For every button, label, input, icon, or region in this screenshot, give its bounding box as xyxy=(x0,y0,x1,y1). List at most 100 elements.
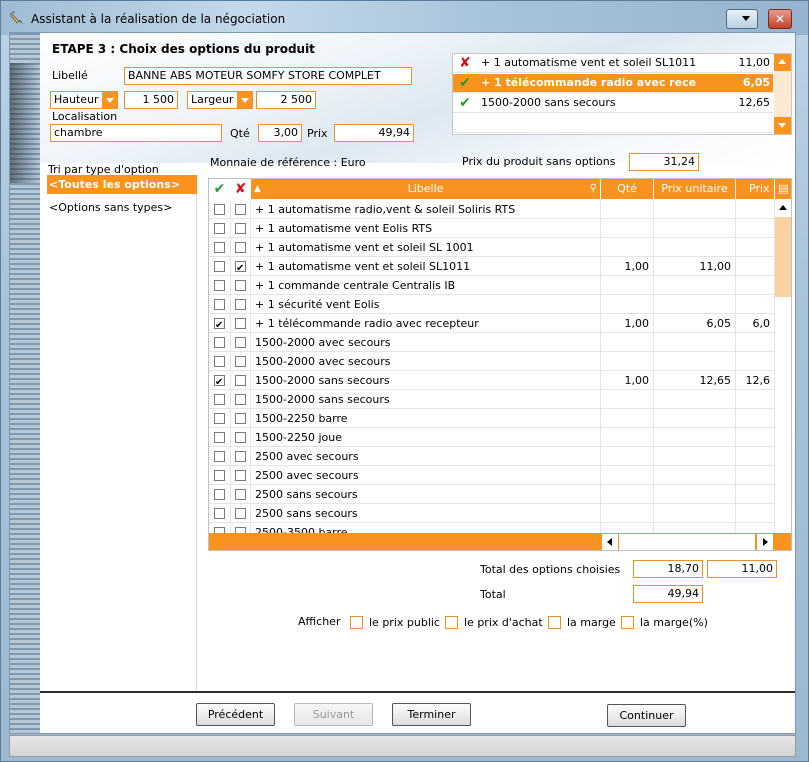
exclude-checkbox[interactable] xyxy=(235,242,246,253)
summary-row-selected[interactable]: ✔ + 1 télécommande radio avec recepteur … xyxy=(453,74,773,93)
scroll-down-icon[interactable] xyxy=(774,117,791,134)
next-button[interactable]: Suivant xyxy=(294,703,373,726)
exclude-checkbox[interactable] xyxy=(235,280,246,291)
table-row[interactable]: 1500-2250 joue xyxy=(209,428,775,447)
exclude-checkbox[interactable] xyxy=(235,204,246,215)
include-checkbox[interactable] xyxy=(214,394,225,405)
include-checkbox[interactable] xyxy=(214,242,225,253)
include-checkbox[interactable] xyxy=(214,508,225,519)
scroll-thumb[interactable] xyxy=(775,217,791,297)
exclude-checkbox[interactable] xyxy=(235,413,246,424)
previous-button[interactable]: Précédent xyxy=(196,703,275,726)
table-row[interactable]: + 1 automatisme vent Eolis RTS xyxy=(209,219,775,238)
exclude-checkbox[interactable] xyxy=(235,223,246,234)
qte-cell xyxy=(601,352,654,371)
finish-button[interactable]: Terminer xyxy=(392,703,471,726)
libelle-column-header[interactable]: ▲ Libelle ⚲ xyxy=(251,179,601,199)
include-checkbox[interactable] xyxy=(214,316,225,333)
continue-button[interactable]: Continuer xyxy=(607,704,686,727)
table-row[interactable]: + 1 automatisme vent et soleil SL 1001 xyxy=(209,238,775,257)
include-checkbox[interactable] xyxy=(214,432,225,443)
table-row[interactable]: + 1 télécommande radio avec recepteur1,0… xyxy=(209,314,775,333)
exclude-checkbox[interactable] xyxy=(235,318,246,329)
show-purchase-price-checkbox[interactable] xyxy=(445,616,458,629)
exclude-checkbox[interactable] xyxy=(235,470,246,481)
show-margin-percent-checkbox[interactable] xyxy=(621,616,634,629)
include-checkbox[interactable] xyxy=(214,280,225,291)
table-row[interactable]: + 1 automatisme radio,vent & soleil Soli… xyxy=(209,200,775,219)
dimension1-input[interactable]: 1 500 xyxy=(124,91,178,109)
include-checkbox[interactable] xyxy=(214,204,225,215)
summary-row-value: 11,00 xyxy=(738,56,771,69)
localisation-input[interactable]: chambre xyxy=(50,124,222,142)
grid-horizontal-scrollbar[interactable] xyxy=(209,533,791,550)
summary-row[interactable]: ✘ + 1 automatisme vent et soleil SL1011 … xyxy=(453,54,773,73)
show-margin-checkbox[interactable] xyxy=(548,616,561,629)
dimension2-select[interactable]: Largeur xyxy=(187,91,253,109)
prix-column-header[interactable]: Prix xyxy=(736,179,775,199)
qte-input[interactable]: 3,00 xyxy=(258,124,302,142)
prix-unitaire-column-header[interactable]: Prix unitaire xyxy=(654,179,736,199)
exclude-checkbox[interactable] xyxy=(235,451,246,462)
scroll-up-icon[interactable] xyxy=(774,54,791,71)
include-checkbox[interactable] xyxy=(214,413,225,424)
dimension2-input[interactable]: 2 500 xyxy=(256,91,316,109)
column-chooser-icon[interactable]: ▤ xyxy=(775,179,791,199)
exclude-checkbox[interactable] xyxy=(235,489,246,500)
include-column-header[interactable]: ✔ xyxy=(209,179,231,199)
scroll-right-icon[interactable] xyxy=(757,534,773,550)
qte-cell xyxy=(601,238,654,257)
table-row[interactable]: + 1 automatisme vent et soleil SL10111,0… xyxy=(209,257,775,276)
scroll-up-icon[interactable] xyxy=(775,200,791,217)
scroll-left-icon[interactable] xyxy=(602,534,618,550)
table-row[interactable]: 2500 avec secours xyxy=(209,466,775,485)
sidebar-item-all-options[interactable]: <Toutes les options> xyxy=(47,175,197,194)
include-checkbox[interactable] xyxy=(214,261,225,272)
exclude-checkbox[interactable] xyxy=(235,259,246,276)
dimension1-select[interactable]: Hauteur xyxy=(50,91,118,109)
table-row[interactable]: + 1 commande centrale Centralis IB xyxy=(209,276,775,295)
exclude-column-header[interactable]: ✘ xyxy=(231,179,251,199)
table-row[interactable]: 1500-2000 avec secours xyxy=(209,333,775,352)
table-row[interactable]: 2500 sans secours xyxy=(209,504,775,523)
qte-column-header[interactable]: Qté xyxy=(601,179,654,199)
include-checkbox[interactable] xyxy=(214,489,225,500)
include-checkbox[interactable] xyxy=(214,470,225,481)
summary-row[interactable]: ✔ 1500-2000 sans secours 12,65 xyxy=(453,94,773,113)
exclude-checkbox[interactable] xyxy=(235,299,246,310)
exclude-checkbox[interactable] xyxy=(235,508,246,519)
exclude-checkbox[interactable] xyxy=(235,337,246,348)
search-icon[interactable]: ⚲ xyxy=(590,179,597,199)
exclude-checkbox[interactable] xyxy=(235,375,246,386)
summary-scrollbar[interactable] xyxy=(774,54,791,134)
table-row[interactable]: 1500-2250 barre xyxy=(209,409,775,428)
include-checkbox[interactable] xyxy=(214,223,225,234)
qte-cell xyxy=(601,504,654,523)
table-row[interactable]: 1500-2000 sans secours1,0012,6512,6 xyxy=(209,371,775,390)
table-row[interactable]: 1500-2000 avec secours xyxy=(209,352,775,371)
window-menu-button[interactable] xyxy=(726,9,758,29)
scroll-track[interactable] xyxy=(774,71,791,117)
libelle-input[interactable]: BANNE ABS MOTEUR SOMFY STORE COMPLET xyxy=(124,67,412,85)
total-label: Total xyxy=(480,588,506,601)
table-row[interactable]: 1500-2000 sans secours xyxy=(209,390,775,409)
exclude-checkbox[interactable] xyxy=(235,356,246,367)
prix-input[interactable]: 49,94 xyxy=(334,124,414,142)
grid-vertical-scrollbar[interactable] xyxy=(775,200,791,533)
libelle-cell: + 1 commande centrale Centralis IB xyxy=(251,276,601,295)
include-checkbox[interactable] xyxy=(214,373,225,390)
show-public-price-checkbox[interactable] xyxy=(350,616,363,629)
grid-header: ✔ ✘ ▲ Libelle ⚲ Qté Prix unitaire Prix ▤ xyxy=(209,179,791,199)
close-button[interactable]: ✕ xyxy=(768,9,792,29)
table-row[interactable]: + 1 sécurité vent Eolis xyxy=(209,295,775,314)
exclude-checkbox[interactable] xyxy=(235,432,246,443)
exclude-checkbox[interactable] xyxy=(235,394,246,405)
include-checkbox[interactable] xyxy=(214,356,225,367)
include-checkbox[interactable] xyxy=(214,299,225,310)
scroll-track[interactable] xyxy=(619,534,755,550)
sidebar-item-options-without-types[interactable]: <Options sans types> xyxy=(47,198,197,217)
table-row[interactable]: 2500 sans secours xyxy=(209,485,775,504)
include-checkbox[interactable] xyxy=(214,451,225,462)
table-row[interactable]: 2500 avec secours xyxy=(209,447,775,466)
include-checkbox[interactable] xyxy=(214,337,225,348)
